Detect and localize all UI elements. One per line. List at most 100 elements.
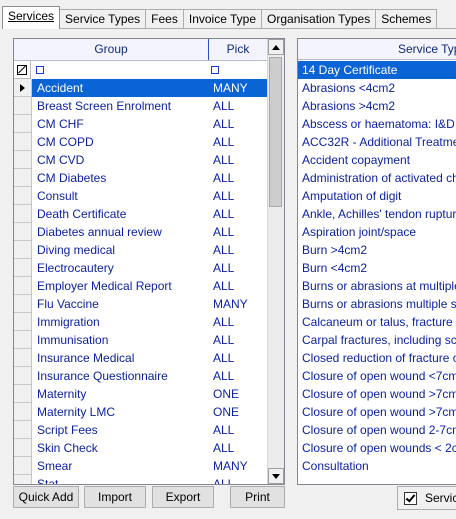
table-row[interactable]: Smear MANY xyxy=(14,457,268,475)
row-indicator[interactable] xyxy=(14,421,32,439)
pick-cell[interactable]: ONE xyxy=(209,403,268,421)
pick-cell[interactable]: ALL xyxy=(209,187,268,205)
group-cell[interactable]: Accident xyxy=(32,79,209,97)
group-cell[interactable]: Immunisation xyxy=(32,331,209,349)
pick-cell[interactable]: ONE xyxy=(209,385,268,403)
row-indicator[interactable] xyxy=(14,115,32,133)
pick-cell[interactable]: ALL xyxy=(209,313,268,331)
tab-services[interactable]: Services xyxy=(2,6,61,29)
pick-filter-cell[interactable] xyxy=(207,61,268,79)
list-item[interactable]: Burns or abrasions at multiple sites xyxy=(298,277,456,295)
table-row[interactable]: Death Certificate ALL xyxy=(14,205,268,223)
list-item[interactable]: Ankle, Achilles' tendon rupture xyxy=(298,205,456,223)
group-grid[interactable]: Group Pick Accident MANY Breast Screen Enr… xyxy=(13,38,285,485)
row-indicator[interactable] xyxy=(14,331,32,349)
list-item[interactable]: Burns or abrasions multiple sites xyxy=(298,295,456,313)
list-item[interactable]: Closure of open wound >7cm xyxy=(298,403,456,421)
service-checkbox-container[interactable]: Servic xyxy=(397,486,456,510)
pick-cell[interactable]: ALL xyxy=(209,367,268,385)
list-item[interactable]: Abscess or haematoma: I&D xyxy=(298,115,456,133)
group-cell[interactable]: Skin Check xyxy=(32,439,209,457)
row-indicator[interactable] xyxy=(14,97,32,115)
pick-cell[interactable]: ALL xyxy=(209,241,268,259)
group-cell[interactable]: Smear xyxy=(32,457,209,475)
list-item[interactable]: Abrasions >4cm2 xyxy=(298,97,456,115)
table-row[interactable]: Diabetes annual review ALL xyxy=(14,223,268,241)
service-type-column-header[interactable]: Service Type xyxy=(298,39,456,60)
table-row[interactable]: CM Diabetes ALL xyxy=(14,169,268,187)
pick-column-header[interactable]: Pick xyxy=(209,39,268,60)
group-cell[interactable]: Stat… xyxy=(32,475,209,484)
service-checkbox[interactable] xyxy=(404,491,417,505)
row-indicator[interactable] xyxy=(14,457,32,475)
group-cell[interactable]: Insurance Questionnaire xyxy=(32,367,209,385)
pick-cell[interactable]: ALL xyxy=(209,439,268,457)
row-indicator[interactable] xyxy=(14,367,32,385)
group-cell[interactable]: Insurance Medical xyxy=(32,349,209,367)
list-item[interactable]: Calcaneum or talus, fracture xyxy=(298,313,456,331)
table-row[interactable]: Breast Screen Enrolment ALL xyxy=(14,97,268,115)
pick-cell[interactable]: ALL xyxy=(209,349,268,367)
table-row[interactable]: Accident MANY xyxy=(14,79,268,97)
pick-cell[interactable]: ALL xyxy=(209,475,268,484)
table-row[interactable]: CM COPD ALL xyxy=(14,133,268,151)
pick-cell[interactable]: MANY xyxy=(209,79,268,97)
group-cell[interactable]: Consult xyxy=(32,187,209,205)
pick-cell[interactable]: ALL xyxy=(209,259,268,277)
list-item[interactable]: Closure of open wounds < 2cm xyxy=(298,439,456,457)
pick-cell[interactable]: ALL xyxy=(209,133,268,151)
pick-cell[interactable]: MANY xyxy=(209,457,268,475)
service-type-grid[interactable]: Service Type 14 Day CertificateAbrasions… xyxy=(297,38,456,485)
row-indicator[interactable] xyxy=(14,223,32,241)
group-cell[interactable]: Breast Screen Enrolment xyxy=(32,97,209,115)
group-cell[interactable]: Diving medical xyxy=(32,241,209,259)
pick-cell[interactable]: ALL xyxy=(209,205,268,223)
row-indicator[interactable] xyxy=(14,277,32,295)
row-indicator[interactable] xyxy=(14,385,32,403)
list-item[interactable]: Closed reduction of fracture or dislocat… xyxy=(298,349,456,367)
group-cell[interactable]: CM COPD xyxy=(32,133,209,151)
row-indicator[interactable] xyxy=(14,403,32,421)
list-item[interactable]: 14 Day Certificate xyxy=(298,61,456,79)
row-indicator[interactable] xyxy=(14,133,32,151)
table-row[interactable]: CM CVD ALL xyxy=(14,151,268,169)
row-indicator[interactable] xyxy=(14,475,32,484)
tab-schemes[interactable]: Schemes xyxy=(375,9,438,29)
group-cell[interactable]: Flu Vaccine xyxy=(32,295,209,313)
group-cell[interactable]: CM CHF xyxy=(32,115,209,133)
scroll-down-button[interactable] xyxy=(268,468,284,484)
pick-cell[interactable]: ALL xyxy=(209,97,268,115)
row-indicator[interactable] xyxy=(14,313,32,331)
tab-fees[interactable]: Fees xyxy=(145,9,184,29)
row-indicator[interactable] xyxy=(14,259,32,277)
group-cell[interactable]: CM Diabetes xyxy=(32,169,209,187)
pick-cell[interactable]: ALL xyxy=(209,223,268,241)
row-indicator[interactable] xyxy=(14,151,32,169)
list-item[interactable]: Abrasions <4cm2 xyxy=(298,79,456,97)
tab-invoice-type[interactable]: Invoice Type xyxy=(182,9,263,29)
row-indicator[interactable] xyxy=(14,169,32,187)
pick-cell[interactable]: MANY xyxy=(209,295,268,313)
pick-cell[interactable]: ALL xyxy=(209,421,268,439)
import-button[interactable]: Import xyxy=(84,486,146,508)
table-row[interactable]: Skin Check ALL xyxy=(14,439,268,457)
group-cell[interactable]: Maternity LMC xyxy=(32,403,209,421)
export-button[interactable]: Export xyxy=(152,486,214,508)
list-item[interactable]: Closure of open wound >7cm xyxy=(298,385,456,403)
group-cell[interactable]: Death Certificate xyxy=(32,205,209,223)
table-row[interactable]: CM CHF ALL xyxy=(14,115,268,133)
print-button[interactable]: Print xyxy=(230,486,285,508)
table-row[interactable]: Employer Medical Report ALL xyxy=(14,277,268,295)
group-cell[interactable]: Immigration xyxy=(32,313,209,331)
scroll-thumb[interactable] xyxy=(269,57,282,207)
group-cell[interactable]: Electrocautery xyxy=(32,259,209,277)
group-cell[interactable]: CM CVD xyxy=(32,151,209,169)
group-grid-scrollbar[interactable] xyxy=(267,39,284,484)
list-item[interactable]: Burn >4cm2 xyxy=(298,241,456,259)
group-cell[interactable]: Script Fees xyxy=(32,421,209,439)
table-row[interactable]: Flu Vaccine MANY xyxy=(14,295,268,313)
table-row[interactable]: Insurance Questionnaire ALL xyxy=(14,367,268,385)
group-filter-cell[interactable] xyxy=(31,61,207,79)
row-indicator[interactable] xyxy=(14,205,32,223)
list-item[interactable]: Carpal fractures, including scaphoid xyxy=(298,331,456,349)
